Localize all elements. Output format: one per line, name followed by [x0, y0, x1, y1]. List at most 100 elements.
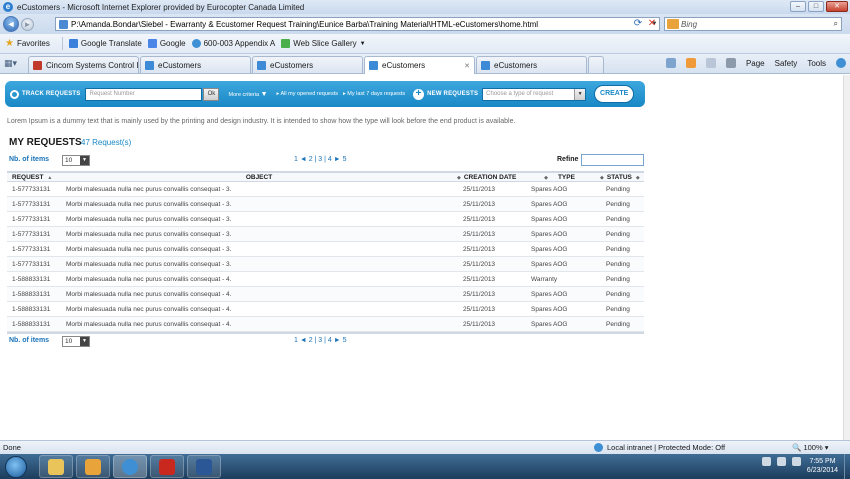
maximize-button[interactable]: □ — [808, 1, 824, 12]
items-per-page-select[interactable]: 10 ▼ — [62, 336, 90, 347]
request-type-select[interactable]: Choose a type of request ▼ — [482, 87, 587, 101]
more-criteria-link[interactable]: More criteria ▼ — [228, 91, 267, 98]
cell-object: Morbi malesuada nulla nec purus convalli… — [66, 230, 232, 238]
chevron-down-icon: ▼ — [80, 156, 89, 165]
favorites-button[interactable]: Favorites — [17, 39, 50, 48]
bing-icon — [667, 19, 679, 29]
new-requests-label: NEW REQUESTS — [427, 91, 479, 97]
cell-request: 1-588833131 — [12, 305, 51, 313]
tab-cincom[interactable]: Cincom Systems Control I... — [28, 56, 139, 73]
tab-ecustomers-active[interactable]: eCustomers ✕ — [364, 56, 475, 74]
column-request[interactable]: REQUEST ▲ — [7, 174, 65, 181]
close-button[interactable]: ✕ — [826, 1, 848, 12]
taskbar-outlook[interactable] — [76, 455, 110, 478]
cell-object: Morbi malesuada nulla nec purus convalli… — [66, 215, 232, 223]
taskbar-explorer[interactable] — [39, 455, 73, 478]
google-translate-icon — [68, 39, 78, 48]
taskbar-word[interactable] — [187, 455, 221, 478]
forward-button[interactable]: ► — [21, 18, 34, 31]
cell-creation-date: 25/11/2013 — [463, 215, 496, 223]
refresh-icon[interactable]: ⟳ — [632, 17, 644, 30]
search-box[interactable]: Bing ⌕ — [664, 17, 842, 31]
table-row[interactable]: 1-577733131 Morbi malesuada nulla nec pur… — [7, 197, 644, 212]
address-text[interactable]: P:\Amanda.Bondar\Siebel - Ewarranty & Ec… — [71, 20, 650, 29]
table-row[interactable]: 1-577733131 Morbi malesuada nulla nec pur… — [7, 212, 644, 227]
intro-text: Lorem Ipsum is a dummy text that is main… — [7, 118, 516, 125]
tab-ecustomers-2[interactable]: eCustomers — [252, 56, 363, 73]
ok-button[interactable]: Ok — [203, 87, 220, 101]
stop-icon[interactable]: ✕ — [646, 17, 658, 30]
create-button[interactable]: CREATE — [594, 85, 635, 103]
favorites-star-icon[interactable]: ★ — [5, 38, 14, 49]
globe-icon — [594, 443, 603, 452]
opened-requests-link[interactable]: ▸ All my opened requests — [277, 91, 338, 97]
items-per-page-select[interactable]: 10 ▼ — [62, 155, 90, 166]
refine-input[interactable] — [581, 154, 644, 166]
sort-icon: ◆ — [457, 174, 461, 181]
favorite-google[interactable]: Google — [147, 39, 186, 48]
cell-type: Warranty — [531, 275, 558, 283]
taskbar-acrobat[interactable] — [150, 455, 184, 478]
zoom-level[interactable]: 🔍 100% ▾ — [792, 443, 828, 452]
close-tab-icon[interactable]: ✕ — [464, 62, 470, 70]
home-icon[interactable] — [665, 58, 676, 68]
column-creation-date[interactable]: ◆ CREATION DATE — [453, 174, 523, 181]
network-icon[interactable] — [777, 457, 786, 466]
clock-time: 7:55 PM — [809, 458, 836, 465]
pagination[interactable]: 1 ◄ 2 | 3 | 4 ► 5 — [294, 337, 347, 344]
scrollbar[interactable] — [843, 75, 850, 440]
pagination[interactable]: 1 ◄ 2 | 3 | 4 ► 5 — [294, 156, 347, 163]
chevron-down-icon: ▼ — [359, 40, 366, 47]
table-row[interactable]: 1-588833131 Morbi malesuada nulla nec pur… — [7, 302, 644, 317]
table-row[interactable]: 1-577733131 Morbi malesuada nulla nec pur… — [7, 182, 644, 197]
web-slice-icon — [281, 39, 291, 48]
cell-creation-date: 25/11/2013 — [463, 320, 496, 328]
new-tab-button[interactable] — [588, 56, 604, 73]
safety-menu[interactable]: Safety — [775, 59, 798, 68]
search-icon[interactable]: ⌕ — [834, 19, 838, 29]
favorite-google-translate[interactable]: Google Translate — [68, 39, 142, 48]
page-menu[interactable]: Page — [746, 59, 765, 68]
print-icon[interactable] — [725, 58, 736, 68]
table-row[interactable]: 1-588833131 Morbi malesuada nulla nec pur… — [7, 272, 644, 287]
column-type[interactable]: ◆ TYPE — [523, 174, 596, 181]
cell-type: Spares AOG — [531, 185, 568, 193]
ie-icon: e — [3, 2, 13, 12]
search-input[interactable]: Bing — [681, 20, 834, 29]
table-row[interactable]: 1-588833131 Morbi malesuada nulla nec pur… — [7, 317, 644, 332]
show-desktop-button[interactable] — [844, 454, 850, 479]
address-bar[interactable]: P:\Amanda.Bondar\Siebel - Ewarranty & Ec… — [55, 17, 660, 31]
window-title: eCustomers - Microsoft Internet Explorer… — [17, 2, 305, 12]
cell-request: 1-577733131 — [12, 185, 51, 193]
tools-menu[interactable]: Tools — [807, 59, 826, 68]
cell-status: Pending — [606, 230, 630, 238]
favorite-web-slice-gallery[interactable]: Web Slice Gallery ▼ — [281, 39, 366, 48]
request-number-input[interactable]: Request Number — [85, 87, 203, 101]
column-status[interactable]: ◆ STATUS ◆ — [596, 174, 644, 181]
tab-ecustomers-1[interactable]: eCustomers — [140, 56, 251, 73]
favorites-bar: ★ Favorites Google Translate Google 600-… — [0, 34, 850, 54]
cell-creation-date: 25/11/2013 — [463, 305, 496, 313]
tab-favicon — [481, 60, 490, 70]
taskbar-ie[interactable] — [113, 455, 147, 478]
cell-creation-date: 25/11/2013 — [463, 260, 496, 268]
clock[interactable]: 7:55 PM 6/23/2014 — [800, 457, 845, 475]
quick-tabs-icon[interactable]: ▦▾ — [4, 58, 17, 69]
table-row[interactable]: 1-577733131 Morbi malesuada nulla nec pur… — [7, 227, 644, 242]
start-button[interactable] — [5, 456, 27, 478]
feeds-icon[interactable] — [685, 58, 696, 68]
minimize-button[interactable]: – — [790, 1, 806, 12]
security-zone[interactable]: Local intranet | Protected Mode: Off — [594, 443, 725, 452]
arrow-icon: ▸ — [343, 91, 346, 97]
favorite-appendix[interactable]: 600-003 Appendix A — [191, 39, 275, 48]
column-object[interactable]: OBJECT — [65, 174, 453, 181]
back-button[interactable]: ◄ — [3, 16, 19, 32]
table-row[interactable]: 1-588833131 Morbi malesuada nulla nec pur… — [7, 287, 644, 302]
tray-icon[interactable] — [762, 457, 771, 466]
tab-ecustomers-4[interactable]: eCustomers — [476, 56, 587, 73]
mail-icon[interactable] — [705, 58, 716, 68]
table-row[interactable]: 1-577733131 Morbi malesuada nulla nec pur… — [7, 242, 644, 257]
last-7-days-link[interactable]: ▸ My last 7 days requests — [343, 91, 405, 97]
table-row[interactable]: 1-577733131 Morbi malesuada nulla nec pur… — [7, 257, 644, 272]
help-icon[interactable] — [836, 58, 846, 68]
